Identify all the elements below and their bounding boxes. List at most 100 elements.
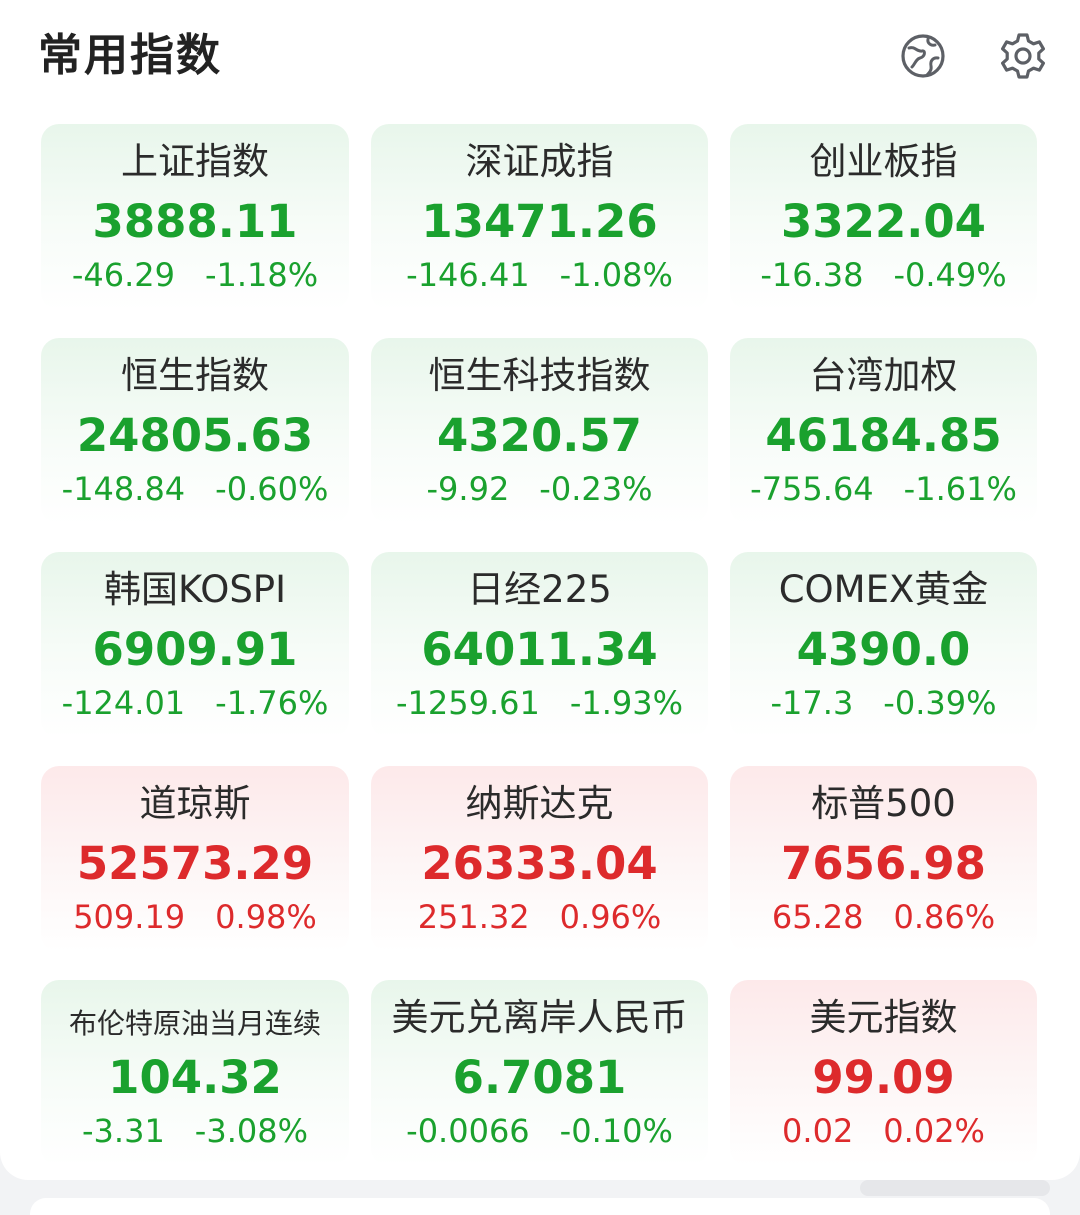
index-change-percent: -1.93% <box>569 684 684 722</box>
index-value: 4390.0 <box>796 623 971 676</box>
index-card[interactable]: 台湾加权 46184.85 -755.64 -1.61% <box>730 338 1037 524</box>
index-value: 7656.98 <box>781 837 986 890</box>
index-change-row: 0.02 0.02% <box>730 1110 1037 1152</box>
index-value: 99.09 <box>812 1051 955 1104</box>
index-change: -16.38 <box>760 256 864 294</box>
index-change: -755.64 <box>750 470 874 508</box>
index-change-row: 509.19 0.98% <box>41 896 349 938</box>
index-change-percent: 0.86% <box>893 898 996 936</box>
globe-icon <box>901 34 945 78</box>
index-card[interactable]: 深证成指 13471.26 -146.41 -1.08% <box>371 124 708 310</box>
index-card[interactable]: 纳斯达克 26333.04 251.32 0.96% <box>371 766 708 952</box>
index-name: 创业板指 <box>809 140 958 183</box>
index-change-row: 251.32 0.96% <box>371 896 708 938</box>
index-change-percent: 0.02% <box>883 1112 985 1150</box>
index-change-row: -0.0066 -0.10% <box>371 1110 708 1152</box>
index-name: 日经225 <box>467 568 612 611</box>
gear-icon <box>1001 33 1045 79</box>
index-change-percent: 0.98% <box>215 898 317 936</box>
index-change: -17.3 <box>770 684 854 722</box>
index-change: 509.19 <box>73 898 186 936</box>
index-value: 4320.57 <box>437 409 642 462</box>
index-change: 0.02 <box>782 1112 854 1150</box>
index-change-row: -17.3 -0.39% <box>730 682 1037 724</box>
index-change: -124.01 <box>61 684 186 722</box>
index-change-percent: -0.10% <box>559 1112 673 1150</box>
index-value: 6909.91 <box>92 623 298 676</box>
index-value: 46184.85 <box>765 409 1002 462</box>
index-value: 3888.11 <box>92 195 298 248</box>
index-name: 道琼斯 <box>139 782 251 825</box>
index-change-percent: -1.08% <box>559 256 673 294</box>
index-card[interactable]: 上证指数 3888.11 -46.29 -1.18% <box>41 124 349 310</box>
index-change-percent: 0.96% <box>559 898 662 936</box>
index-change-row: -146.41 -1.08% <box>371 254 708 296</box>
index-value: 24805.63 <box>76 409 314 462</box>
index-value: 26333.04 <box>421 837 658 890</box>
index-value: 3322.04 <box>781 195 986 248</box>
index-change-row: -9.92 -0.23% <box>371 468 708 510</box>
index-change: -46.29 <box>71 256 175 294</box>
index-change-percent: -0.60% <box>215 470 329 508</box>
index-change-percent: -1.76% <box>215 684 329 722</box>
next-panel-edge <box>30 1198 1050 1215</box>
index-name: 恒生科技指数 <box>428 354 651 397</box>
page-title: 常用指数 <box>38 30 222 81</box>
index-name: COMEX黄金 <box>778 568 989 611</box>
index-name: 韩国KOSPI <box>103 568 287 611</box>
index-change-row: -148.84 -0.60% <box>41 468 349 510</box>
index-change-percent: -0.23% <box>539 470 653 508</box>
index-change: -146.41 <box>406 256 530 294</box>
index-card[interactable]: 布伦特原油当月连续 104.32 -3.31 -3.08% <box>41 980 349 1166</box>
index-change-percent: -0.39% <box>883 684 997 722</box>
index-change-percent: -3.08% <box>194 1112 308 1150</box>
index-change: -0.0066 <box>406 1112 530 1150</box>
index-change-row: -3.31 -3.08% <box>41 1110 349 1152</box>
index-name: 台湾加权 <box>809 354 958 397</box>
index-card[interactable]: COMEX黄金 4390.0 -17.3 -0.39% <box>730 552 1037 738</box>
index-name: 美元指数 <box>809 996 958 1039</box>
index-card[interactable]: 恒生指数 24805.63 -148.84 -0.60% <box>41 338 349 524</box>
index-change: 65.28 <box>771 898 864 936</box>
scroll-handle[interactable] <box>860 1180 1050 1196</box>
index-card[interactable]: 美元指数 99.09 0.02 0.02% <box>730 980 1037 1166</box>
index-change-percent: -0.49% <box>893 256 1007 294</box>
index-name: 纳斯达克 <box>465 782 614 825</box>
indices-panel: 常用指数 上证指数 3888.11 -46.29 -1.18% 深证成指 1347… <box>0 0 1080 1180</box>
index-change: 251.32 <box>417 898 530 936</box>
index-change-row: -124.01 -1.76% <box>41 682 349 724</box>
settings-button[interactable] <box>998 31 1048 81</box>
index-value: 52573.29 <box>76 837 314 890</box>
index-change-row: -46.29 -1.18% <box>41 254 349 296</box>
index-card[interactable]: 标普500 7656.98 65.28 0.86% <box>730 766 1037 952</box>
index-card[interactable]: 道琼斯 52573.29 509.19 0.98% <box>41 766 349 952</box>
index-card[interactable]: 美元兑离岸人民币 6.7081 -0.0066 -0.10% <box>371 980 708 1166</box>
index-change-percent: -1.18% <box>204 256 319 294</box>
index-name: 布伦特原油当月连续 <box>68 1007 321 1040</box>
index-change-percent: -1.61% <box>903 470 1017 508</box>
index-change: -3.31 <box>82 1112 165 1150</box>
index-card[interactable]: 创业板指 3322.04 -16.38 -0.49% <box>730 124 1037 310</box>
index-change-row: -1259.61 -1.93% <box>371 682 708 724</box>
index-value: 64011.34 <box>421 623 658 676</box>
index-card-grid: 上证指数 3888.11 -46.29 -1.18% 深证成指 13471.26 … <box>41 124 1038 1166</box>
index-card[interactable]: 恒生科技指数 4320.57 -9.92 -0.23% <box>371 338 708 524</box>
index-change-row: -755.64 -1.61% <box>730 468 1037 510</box>
index-name: 标普500 <box>811 782 956 825</box>
panel-header: 常用指数 <box>0 0 1080 112</box>
index-value: 104.32 <box>108 1051 282 1104</box>
globe-button[interactable] <box>898 31 948 81</box>
index-name: 深证成指 <box>465 140 614 183</box>
index-card[interactable]: 韩国KOSPI 6909.91 -124.01 -1.76% <box>41 552 349 738</box>
index-value: 6.7081 <box>452 1051 627 1104</box>
index-name: 上证指数 <box>121 140 269 183</box>
index-name: 美元兑离岸人民币 <box>391 996 688 1039</box>
index-change-row: 65.28 0.86% <box>730 896 1037 938</box>
index-change: -148.84 <box>61 470 186 508</box>
index-change: -9.92 <box>426 470 510 508</box>
index-change-row: -16.38 -0.49% <box>730 254 1037 296</box>
index-name: 恒生指数 <box>121 354 269 397</box>
index-card[interactable]: 日经225 64011.34 -1259.61 -1.93% <box>371 552 708 738</box>
index-change: -1259.61 <box>395 684 540 722</box>
index-value: 13471.26 <box>421 195 658 248</box>
